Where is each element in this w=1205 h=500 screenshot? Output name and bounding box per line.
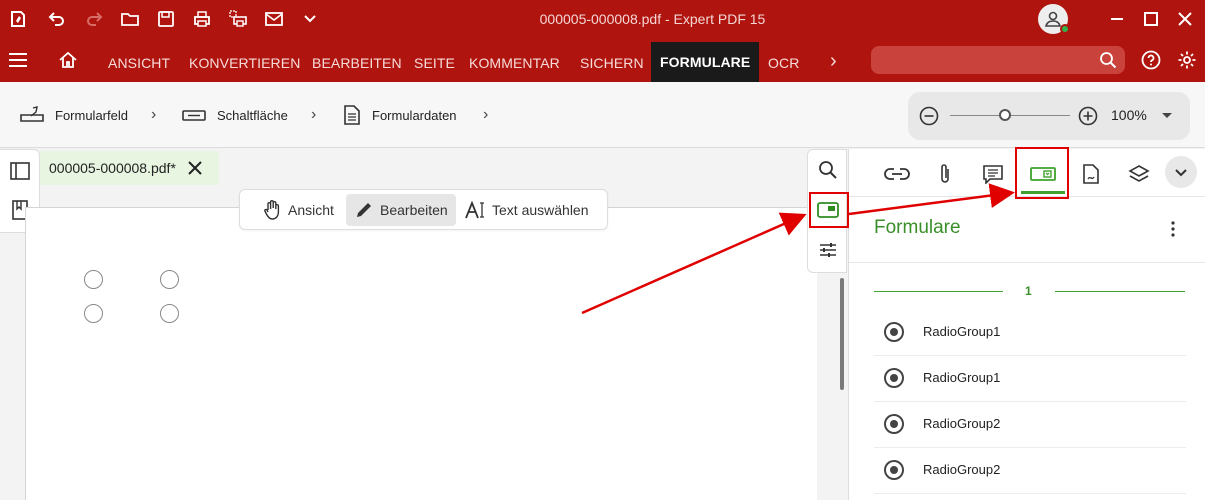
- document-tab-label: 000005-000008.pdf*: [49, 160, 176, 176]
- mode-select-text-button[interactable]: Text auswählen: [456, 194, 597, 226]
- pdf-radio-button[interactable]: [84, 304, 103, 323]
- page-group-line: [874, 291, 1003, 292]
- properties-sliders-icon[interactable]: [816, 238, 840, 262]
- panel-tab-attachments-icon[interactable]: [927, 159, 963, 189]
- forms-side-panel: Formulare 1 RadioGroup1 RadioGroup1 Radi…: [848, 149, 1205, 500]
- pdf-radio-button[interactable]: [84, 270, 103, 289]
- settings-gear-icon[interactable]: [1177, 50, 1197, 75]
- menu-sichern[interactable]: SICHERN: [580, 38, 644, 82]
- ribbon-schaltflaeche-label: Schaltfläche: [217, 107, 288, 123]
- ribbon-formularfeld[interactable]: Formularfeld: [19, 82, 128, 148]
- email-icon[interactable]: [256, 0, 292, 38]
- customize-chevron-down-icon[interactable]: [292, 0, 328, 38]
- form-field-item[interactable]: RadioGroup1: [874, 356, 1186, 402]
- panel-tab-comments-icon[interactable]: [975, 159, 1011, 189]
- batch-print-icon[interactable]: [220, 0, 256, 38]
- menu-ansicht[interactable]: ANSICHT: [108, 38, 170, 82]
- search-icon: [1100, 52, 1117, 69]
- panel-tab-links-icon[interactable]: [879, 159, 915, 189]
- panel-divider: [849, 262, 1205, 263]
- form-field-label: RadioGroup1: [923, 324, 1001, 339]
- zoom-slider-handle[interactable]: [999, 109, 1012, 121]
- ribbon-formulardaten[interactable]: Formulardaten: [342, 82, 457, 148]
- menu-bearbeiten[interactable]: BEARBEITEN: [312, 38, 402, 82]
- menu-more-chevron-icon[interactable]: ›: [830, 38, 837, 82]
- pdf-radio-button[interactable]: [160, 270, 179, 289]
- mode-select-text-label: Text auswählen: [492, 202, 589, 218]
- ribbon-formulardaten-chevron-icon[interactable]: ›: [483, 82, 488, 148]
- zoom-level-value: 100%: [1111, 107, 1147, 123]
- mode-view-button[interactable]: Ansicht: [254, 194, 342, 226]
- panel-tab-forms-icon[interactable]: [1021, 159, 1065, 194]
- save-icon[interactable]: [148, 0, 184, 38]
- form-field-icon: [20, 106, 44, 122]
- radio-group-icon: [884, 460, 904, 480]
- ribbon-formularfeld-chevron-icon[interactable]: ›: [151, 82, 156, 148]
- page-group-line: [1055, 291, 1185, 292]
- side-icon-strip: [807, 149, 847, 273]
- text-select-icon: [465, 200, 484, 219]
- mode-edit-button[interactable]: Bearbeiten: [346, 194, 456, 226]
- form-field-label: RadioGroup1: [923, 370, 1001, 385]
- form-field-item[interactable]: RadioGroup2: [874, 448, 1186, 494]
- online-status-dot: [1060, 24, 1070, 34]
- vertical-scrollbar[interactable]: [840, 278, 844, 390]
- menu-formulare[interactable]: FORMULARE: [651, 42, 760, 82]
- redo-icon[interactable]: [76, 0, 112, 38]
- form-field-item[interactable]: RadioGroup2: [874, 402, 1186, 448]
- user-avatar-icon[interactable]: [1038, 4, 1070, 34]
- panel-more-chevron-down-icon[interactable]: [1165, 156, 1197, 188]
- maximize-icon[interactable]: [1134, 0, 1168, 38]
- sidebar-toggle-icon[interactable]: [9, 160, 31, 182]
- title-bar: 000005-000008.pdf - Expert PDF 15: [0, 0, 1205, 38]
- button-field-icon: [182, 110, 206, 121]
- home-icon[interactable]: [58, 50, 78, 75]
- radio-group-icon: [884, 368, 904, 388]
- close-tab-icon[interactable]: [185, 158, 205, 178]
- pdf-page[interactable]: [25, 207, 817, 500]
- zoom-out-icon[interactable]: [919, 106, 939, 131]
- document-tab[interactable]: 000005-000008.pdf*: [40, 151, 219, 185]
- panel-divider: [849, 196, 1205, 197]
- panel-tab-signatures-icon[interactable]: [1073, 159, 1109, 189]
- menu-seite[interactable]: SEITE: [414, 38, 455, 82]
- edit-mode-toolbar: Ansicht Bearbeiten Text auswählen: [239, 189, 608, 230]
- zoom-control: 100%: [908, 92, 1190, 140]
- print-icon[interactable]: [184, 0, 220, 38]
- hamburger-menu-icon[interactable]: [8, 51, 28, 74]
- open-folder-icon[interactable]: [112, 0, 148, 38]
- page-group-label: 1: [1025, 284, 1032, 298]
- menu-ocr[interactable]: OCR: [768, 38, 799, 82]
- menu-kommentar[interactable]: KOMMENTAR: [469, 38, 560, 82]
- close-window-icon[interactable]: [1168, 0, 1202, 38]
- forms-panel-icon[interactable]: [816, 198, 840, 222]
- zoom-dropdown-chevron-icon[interactable]: [1160, 108, 1174, 127]
- form-field-item[interactable]: RadioGroup1: [874, 310, 1186, 356]
- ribbon-formularfeld-label: Formularfeld: [55, 107, 128, 123]
- app-logo-icon: [0, 0, 36, 38]
- panel-tab-layers-icon[interactable]: [1121, 159, 1157, 189]
- undo-icon[interactable]: [39, 0, 75, 38]
- find-search-icon[interactable]: [816, 158, 840, 182]
- mode-view-label: Ansicht: [288, 202, 334, 218]
- hand-icon: [264, 200, 280, 220]
- form-data-icon: [344, 105, 360, 125]
- panel-title: Formulare: [874, 217, 961, 238]
- help-icon[interactable]: [1141, 50, 1161, 75]
- ribbon-schaltflaeche-chevron-icon[interactable]: ›: [311, 82, 316, 148]
- mode-edit-label: Bearbeiten: [380, 202, 448, 218]
- panel-options-kebab-icon[interactable]: [1168, 219, 1178, 239]
- ribbon-schaltflaeche[interactable]: Schaltfläche: [181, 82, 288, 148]
- pdf-radio-button[interactable]: [160, 304, 179, 323]
- form-field-label: RadioGroup2: [923, 462, 1001, 477]
- radio-group-icon: [884, 414, 904, 434]
- zoom-in-icon[interactable]: [1078, 106, 1098, 131]
- ribbon-formulardaten-label: Formulardaten: [372, 107, 457, 123]
- form-field-label: RadioGroup2: [923, 416, 1001, 431]
- radio-group-icon: [884, 322, 904, 342]
- menu-konvertieren[interactable]: KONVERTIEREN: [189, 38, 300, 82]
- minimize-icon[interactable]: [1100, 0, 1134, 38]
- pencil-icon: [357, 203, 371, 217]
- search-input[interactable]: [871, 46, 1125, 74]
